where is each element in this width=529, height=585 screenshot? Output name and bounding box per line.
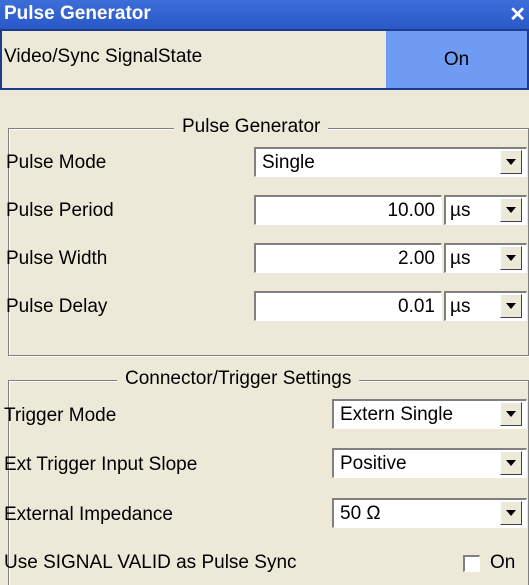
chevron-down-icon — [506, 411, 516, 417]
pulse-delay-input[interactable]: 0.01 — [254, 291, 442, 321]
pulse-period-input[interactable]: 10.00 — [254, 195, 442, 225]
pulse-period-value: 10.00 — [387, 199, 435, 221]
chevron-down-icon — [506, 159, 516, 165]
trigger-mode-select[interactable]: Extern Single — [332, 399, 527, 429]
pulse-generator-group-title: Pulse Generator — [174, 116, 329, 138]
pulse-sync-label: Use SIGNAL VALID as Pulse Sync — [4, 552, 297, 573]
impedance-dropdown-button[interactable] — [500, 501, 522, 525]
close-icon[interactable]: ✕ — [509, 2, 526, 27]
chevron-down-icon — [506, 207, 516, 213]
pulse-sync-checkbox-label[interactable]: On — [490, 552, 515, 574]
signal-state-label: Video/Sync SignalState — [4, 46, 203, 67]
chevron-down-icon — [506, 460, 516, 466]
pulse-delay-label: Pulse Delay — [6, 296, 108, 317]
trigger-mode-value: Extern Single — [340, 403, 454, 425]
chevron-down-icon — [506, 510, 516, 516]
pulse-period-label: Pulse Period — [6, 200, 114, 221]
impedance-label: External Impedance — [4, 504, 173, 525]
trigger-slope-value: Positive — [340, 452, 407, 474]
trigger-slope-select[interactable]: Positive — [332, 448, 527, 478]
trigger-slope-dropdown-button[interactable] — [500, 451, 522, 475]
pulse-width-value: 2.00 — [398, 247, 435, 269]
pulse-width-unit-dropdown-button[interactable] — [500, 246, 522, 270]
title-bar: Pulse Generator ✕ — [0, 0, 529, 29]
impedance-value: 50 Ω — [340, 502, 381, 524]
pulse-mode-dropdown-button[interactable] — [500, 150, 522, 174]
trigger-mode-dropdown-button[interactable] — [500, 402, 522, 426]
impedance-select[interactable]: 50 Ω — [332, 498, 527, 528]
chevron-down-icon — [506, 255, 516, 261]
pulse-mode-value: Single — [262, 151, 315, 173]
trigger-slope-label: Ext Trigger Input Slope — [4, 454, 198, 475]
pulse-sync-checkbox[interactable] — [463, 555, 480, 572]
signal-state-bar: Video/Sync SignalState On — [0, 29, 529, 90]
pulse-period-unit-dropdown-button[interactable] — [500, 198, 522, 222]
pulse-mode-select[interactable]: Single — [254, 147, 527, 177]
pulse-mode-label: Pulse Mode — [6, 152, 107, 173]
signal-state-button[interactable]: On — [386, 31, 527, 88]
pulse-width-label: Pulse Width — [6, 248, 108, 269]
window-title: Pulse Generator — [4, 3, 151, 24]
pulse-delay-unit-dropdown-button[interactable] — [500, 294, 522, 318]
trigger-mode-label: Trigger Mode — [4, 405, 117, 426]
chevron-down-icon — [506, 303, 516, 309]
connector-trigger-group-title: Connector/Trigger Settings — [117, 368, 360, 390]
pulse-width-input[interactable]: 2.00 — [254, 243, 442, 273]
pulse-delay-value: 0.01 — [398, 295, 435, 317]
